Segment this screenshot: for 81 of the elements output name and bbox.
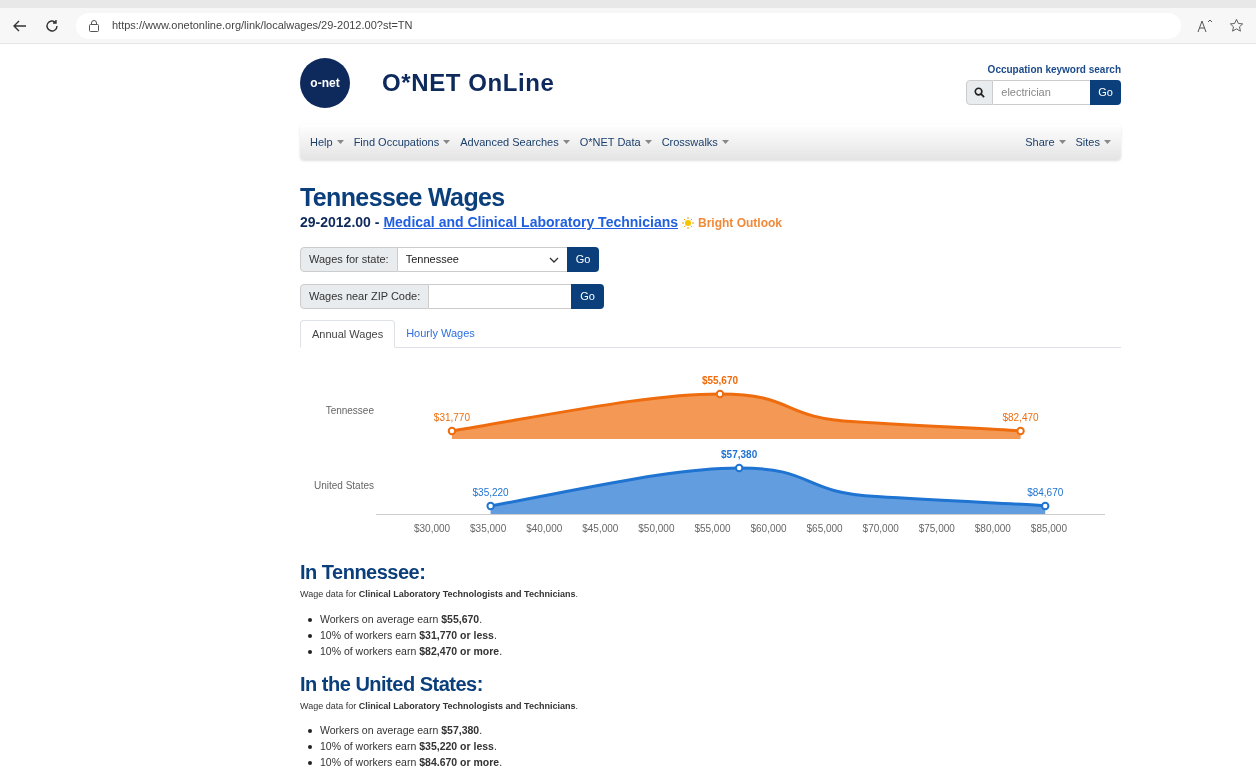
data-label: $35,220 <box>472 487 509 498</box>
chevron-down-icon <box>548 256 559 263</box>
nav-menu[interactable]: Share <box>1025 133 1066 151</box>
wage-fact: 10% of workers earn $84.670 or more. <box>320 755 503 771</box>
wage-fact: 10% of workers earn $31,770 or less. <box>320 627 497 643</box>
wage-fact: Workers on average earn $55,670. <box>320 611 483 627</box>
axis-tick-label: $70,000 <box>862 523 899 534</box>
section-heading: In the United States: <box>300 671 484 696</box>
caret-icon <box>1104 140 1111 144</box>
caret-icon <box>644 140 652 144</box>
logo-icon[interactable]: o-net <box>300 58 350 108</box>
go-button[interactable]: Go <box>571 284 604 309</box>
bullet-icon <box>308 633 312 638</box>
axis-tick-label: $55,000 <box>694 523 731 534</box>
search-button[interactable]: Go <box>1090 79 1121 105</box>
bullet-icon <box>308 649 312 654</box>
caret-icon <box>562 140 570 144</box>
caret-icon <box>336 140 344 144</box>
state-select[interactable]: Tennessee <box>397 247 567 272</box>
axis-tick-label: $60,000 <box>750 523 787 534</box>
wage-fact: 10% of workers earn $35,220 or less. <box>320 739 497 755</box>
data-label: $82,470 <box>1002 412 1039 423</box>
wage-fact: Workers on average earn $57,380. <box>320 723 483 739</box>
go-button[interactable]: Go <box>566 247 600 272</box>
wage-data-note: Wage data for Clinical Laboratory Technologists and Technicians. <box>300 588 579 601</box>
search-icon <box>974 86 986 98</box>
page-title: Tennessee Wages <box>300 182 506 212</box>
data-label: $31,770 <box>433 412 470 423</box>
row-label: United States <box>313 480 374 491</box>
url-text: https://www.onetonline.org/link/localwages/29-2012.00?st=TN <box>112 18 413 34</box>
occupation-code: 29-2012.00 - <box>300 213 380 232</box>
star-icon[interactable] <box>1229 18 1244 33</box>
axis-tick-label: $45,000 <box>582 523 619 534</box>
data-point <box>715 389 725 399</box>
data-point <box>1041 501 1050 511</box>
nav-menu[interactable]: Help <box>310 133 344 151</box>
wage-data-note: Wage data for Clinical Laboratory Technologists and Technicians. <box>300 699 579 713</box>
lock-icon[interactable] <box>88 19 100 32</box>
axis-tick-label: $50,000 <box>638 523 675 534</box>
caret-icon <box>721 140 729 144</box>
axis-tick-label: $80,000 <box>974 523 1011 534</box>
read-aloud-icon[interactable] <box>1197 18 1213 33</box>
bullet-icon <box>308 761 312 765</box>
search-field[interactable]: electrician <box>993 79 1091 105</box>
search-label: Occupation keyword search <box>987 62 1121 77</box>
axis-tick-label: $75,000 <box>918 523 955 534</box>
axis-tick-label: $30,000 <box>414 523 451 534</box>
axis-tick-label: $40,000 <box>526 523 563 534</box>
data-label: $55,670 <box>701 375 739 386</box>
data-point <box>1016 426 1025 436</box>
data-label: $57,380 <box>721 449 758 460</box>
sun-icon <box>682 216 694 229</box>
occupation-link[interactable]: Medical and Clinical Laboratory Technicians <box>383 212 678 233</box>
field-label: Wages for state: <box>300 247 398 272</box>
data-point <box>734 463 744 473</box>
address-bar[interactable]: https://www.onetonline.org/link/localwages/29-2012.00?st=TN <box>76 12 1181 39</box>
data-point <box>486 501 495 511</box>
caret-icon <box>443 140 451 144</box>
bullet-icon <box>308 745 312 749</box>
zip-code-field[interactable] <box>429 284 572 309</box>
nav-menu[interactable]: Find Occupations <box>353 133 451 151</box>
site-title[interactable]: O*NET OnLine <box>382 65 555 101</box>
wage-fact: 10% of workers earn $82,470 or more. <box>320 643 503 659</box>
data-point <box>447 426 457 436</box>
bullet-icon <box>308 617 312 622</box>
caret-icon <box>1058 140 1066 144</box>
axis-tick-label: $65,000 <box>806 523 843 534</box>
row-label: Tennessee <box>325 405 374 416</box>
nav-menu[interactable]: Crosswalks <box>661 133 729 151</box>
axis-tick-label: $35,000 <box>470 523 507 534</box>
nav-menu[interactable]: Advanced Searches <box>460 133 570 151</box>
tab[interactable]: Annual Wages <box>300 320 396 348</box>
section-heading: In Tennessee: <box>300 560 427 584</box>
nav-menu[interactable]: Sites <box>1075 133 1111 151</box>
data-label: $84,670 <box>1027 487 1064 498</box>
field-label: Wages near ZIP Code: <box>300 284 430 309</box>
bullet-icon <box>308 729 312 733</box>
axis-tick-label: $85,000 <box>1030 523 1067 534</box>
tab[interactable]: Hourly Wages <box>395 320 486 347</box>
reload-icon[interactable] <box>44 17 60 34</box>
nav-menu[interactable]: O*NET Data <box>579 133 652 151</box>
